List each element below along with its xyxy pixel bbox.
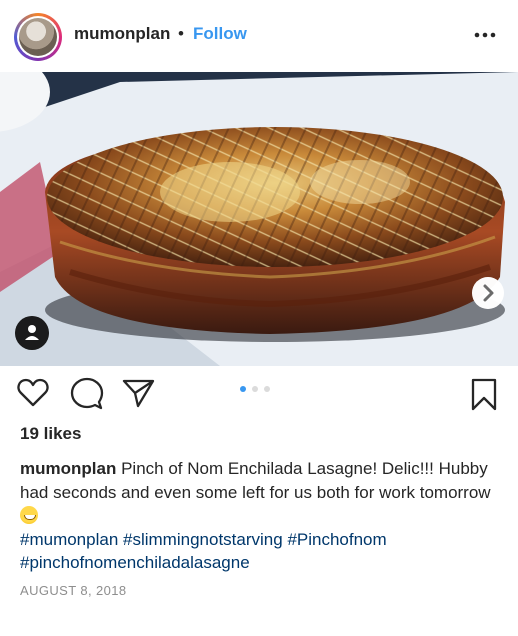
avatar-frame xyxy=(17,16,59,58)
heart-icon[interactable] xyxy=(16,377,50,409)
carousel-dot xyxy=(264,386,270,392)
header-separator: • xyxy=(178,24,184,43)
action-bar xyxy=(0,366,518,422)
follow-button[interactable]: Follow xyxy=(193,24,247,44)
carousel-indicator xyxy=(240,386,280,394)
post-photo[interactable] xyxy=(0,72,518,366)
post-caption: mumonplan Pinch of Nom Enchilada Lasagne… xyxy=(20,457,505,575)
share-icon[interactable] xyxy=(122,377,156,409)
grinning-face-icon xyxy=(20,506,38,524)
avatar[interactable] xyxy=(14,13,62,61)
post-date[interactable]: AUGUST 8, 2018 xyxy=(20,583,127,598)
more-horizontal-icon[interactable] xyxy=(470,25,500,45)
comment-icon[interactable] xyxy=(70,377,104,411)
food-photo-illustration xyxy=(0,72,518,366)
likes-count[interactable]: 19 likes xyxy=(20,424,81,444)
hashtag-link[interactable]: #Pinchofnom xyxy=(287,530,386,549)
hashtag-link[interactable]: #pinchofnomenchiladalasagne xyxy=(20,553,250,572)
header-username[interactable]: mumonplan xyxy=(74,24,170,44)
hashtag-link[interactable]: #mumonplan xyxy=(20,530,118,549)
carousel-dot-active xyxy=(240,386,246,392)
carousel-dot xyxy=(252,386,258,392)
avatar-image xyxy=(19,18,57,56)
user-tag-icon[interactable] xyxy=(15,316,49,350)
bookmark-icon[interactable] xyxy=(469,378,499,412)
hashtag-link[interactable]: #slimmingnotstarving xyxy=(123,530,283,549)
chevron-right-icon[interactable] xyxy=(472,277,504,309)
instagram-post: mumonplan • Follow 19 likes mumonplan Pi… xyxy=(0,0,518,636)
caption-username[interactable]: mumonplan xyxy=(20,459,116,478)
post-header: mumonplan • Follow xyxy=(0,0,518,72)
